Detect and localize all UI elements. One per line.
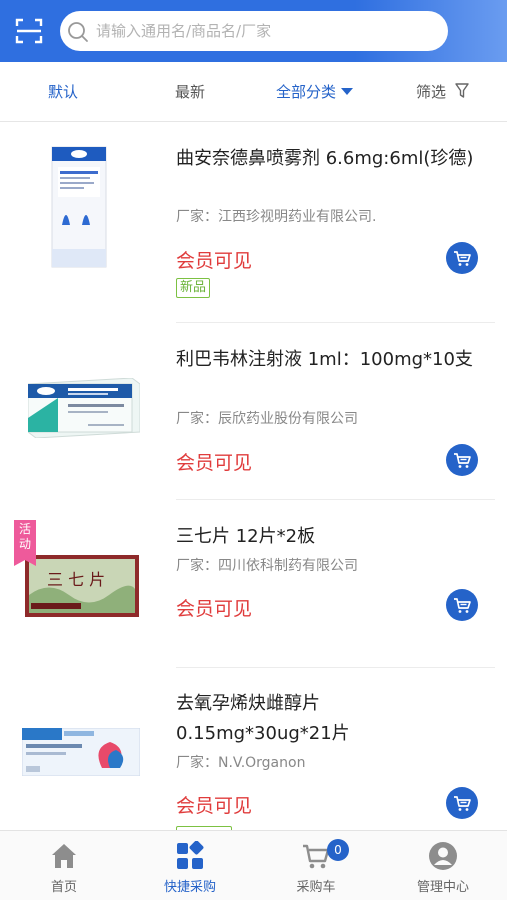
product-item[interactable]: 三 七 片 活动 三七片 12片*2板 厂家：四川依科制药有限公司 会员可见 bbox=[0, 500, 507, 668]
product-maker: 厂家：四川依科制药有限公司 bbox=[176, 558, 358, 574]
user-icon bbox=[429, 842, 457, 870]
add-to-cart-button[interactable] bbox=[446, 444, 478, 476]
nav-home-label: 首页 bbox=[50, 880, 77, 895]
tab-default[interactable]: 默认 bbox=[48, 62, 78, 122]
top-header bbox=[0, 0, 507, 62]
home-icon bbox=[52, 844, 76, 868]
shopping-cart-icon bbox=[303, 844, 330, 869]
scan-icon[interactable] bbox=[14, 16, 44, 46]
product-name[interactable]: 曲安奈德鼻喷雾剂 6.6mg:6ml(珍德) bbox=[176, 144, 481, 174]
nav-cart-label: 采购车 bbox=[296, 880, 336, 895]
tab-filter-label: 筛选 bbox=[416, 83, 447, 101]
product-image bbox=[28, 378, 140, 438]
caret-down-icon bbox=[341, 88, 354, 95]
filter-tabs: 默认 最新 全部分类 筛选 bbox=[0, 62, 507, 122]
product-maker: 厂家：江西珍视明药业有限公司. bbox=[176, 209, 377, 225]
product-item[interactable]: 利巴韦林注射液 1ml：100mg*10支 厂家：辰欣药业股份有限公司 会员可见 bbox=[0, 323, 507, 500]
add-to-cart-button[interactable] bbox=[446, 242, 478, 274]
product-name[interactable]: 利巴韦林注射液 1ml：100mg*10支 bbox=[176, 345, 481, 375]
nav-manage[interactable]: 管理中心 bbox=[380, 831, 506, 900]
cart-icon bbox=[454, 796, 471, 811]
tab-category-label: 全部分类 bbox=[276, 83, 337, 101]
add-to-cart-button[interactable] bbox=[446, 589, 478, 621]
product-price: 会员可见 bbox=[176, 598, 253, 620]
bottom-nav: 首页 快捷采购 0 采购车 管理中心 bbox=[0, 830, 507, 900]
add-to-cart-button[interactable] bbox=[446, 787, 478, 819]
search-input[interactable] bbox=[96, 11, 436, 51]
product-price: 会员可见 bbox=[176, 250, 253, 272]
product-price: 会员可见 bbox=[176, 795, 253, 817]
grid-icon bbox=[177, 841, 204, 869]
product-maker: 厂家：N.V.Organon bbox=[176, 755, 306, 771]
product-image bbox=[22, 728, 140, 776]
product-name[interactable]: 去氧孕烯炔雌醇片 0.15mg*30ug*21片 bbox=[176, 689, 481, 749]
product-list: 曲安奈德鼻喷雾剂 6.6mg:6ml(珍德) 厂家：江西珍视明药业有限公司. 会… bbox=[0, 123, 507, 830]
product-image bbox=[51, 146, 107, 268]
tab-category[interactable]: 全部分类 bbox=[276, 62, 354, 122]
nav-quick-purchase[interactable]: 快捷采购 bbox=[127, 831, 253, 900]
product-image: 三 七 片 bbox=[25, 555, 139, 617]
product-item[interactable]: 曲安奈德鼻喷雾剂 6.6mg:6ml(珍德) 厂家：江西珍视明药业有限公司. 会… bbox=[0, 123, 507, 323]
cart-count-badge: 0 bbox=[327, 839, 349, 861]
nav-manage-label: 管理中心 bbox=[416, 880, 469, 895]
tab-filter[interactable]: 筛选 bbox=[416, 62, 469, 122]
search-icon bbox=[68, 22, 88, 42]
product-price: 会员可见 bbox=[176, 452, 253, 474]
svg-text:三 七 片: 三 七 片 bbox=[47, 570, 105, 589]
product-name[interactable]: 三七片 12片*2板 bbox=[176, 522, 481, 552]
product-maker: 厂家：辰欣药业股份有限公司 bbox=[176, 411, 358, 427]
promo-label: 活动 bbox=[18, 522, 31, 551]
nav-quick-purchase-label: 快捷采购 bbox=[163, 880, 216, 895]
cart-icon bbox=[454, 598, 471, 613]
cart-icon bbox=[454, 251, 471, 266]
funnel-icon bbox=[455, 82, 469, 98]
tab-newest[interactable]: 最新 bbox=[175, 62, 205, 122]
cart-icon bbox=[454, 453, 471, 468]
new-badge: 新品 bbox=[176, 278, 211, 298]
nav-home[interactable]: 首页 bbox=[1, 831, 127, 900]
product-item[interactable]: 去氧孕烯炔雌醇片 0.15mg*30ug*21片 厂家：N.V.Organon … bbox=[0, 668, 507, 830]
search-bar[interactable] bbox=[60, 11, 448, 51]
nav-cart[interactable]: 0 采购车 bbox=[253, 831, 379, 900]
